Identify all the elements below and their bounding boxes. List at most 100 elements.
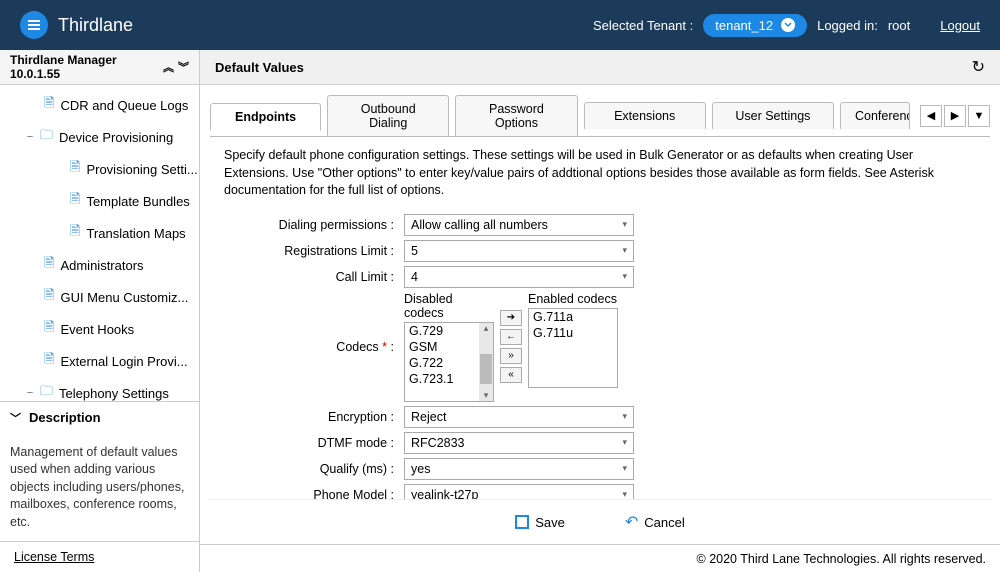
file-icon: 🗎 <box>70 158 80 180</box>
codec-item[interactable]: G.711a <box>529 309 617 325</box>
move-all-left-icon[interactable]: « <box>500 367 522 383</box>
collapse-icon[interactable]: − <box>24 387 36 399</box>
sidebar-item[interactable]: 🗎GUI Menu Customiz... <box>0 281 199 313</box>
registrations-limit-label: Registrations Limit : <box>224 244 404 258</box>
description-title: Description <box>29 410 101 425</box>
page-title: Default Values <box>215 60 304 75</box>
move-right-icon[interactable]: ➔ <box>500 310 522 326</box>
chevron-down-icon: ▾ <box>622 271 627 282</box>
sidebar-item[interactable]: 🗎External Login Provi... <box>0 345 199 377</box>
tab-conferencing[interactable]: Conferenc <box>840 102 910 129</box>
license-link[interactable]: License Terms <box>0 541 199 572</box>
sidebar-item[interactable]: 🗎Administrators <box>0 249 199 281</box>
qualify-label: Qualify (ms) : <box>224 462 404 476</box>
enabled-codecs-header: Enabled codecs <box>528 292 618 306</box>
codec-item[interactable]: G.711u <box>529 325 617 341</box>
chevron-down-icon <box>781 18 795 32</box>
scroll-down-icon[interactable]: ▾ <box>484 390 489 401</box>
chevron-down-icon: ▾ <box>622 437 627 448</box>
sidebar-folder[interactable]: −🗀Device Provisioning <box>0 121 199 153</box>
sidebar-title: Thirdlane Manager 10.0.1.55 <box>10 53 163 81</box>
dialing-permissions-label: Dialing permissions : <box>224 218 404 232</box>
tab-extensions[interactable]: Extensions <box>584 102 706 129</box>
save-icon <box>515 515 529 529</box>
cancel-button[interactable]: ↶ Cancel <box>625 512 685 532</box>
qualify-select[interactable]: yes▾ <box>404 458 634 480</box>
chevron-down-icon: ▾ <box>622 411 627 422</box>
chevron-down-icon[interactable]: ﹀ <box>10 410 21 426</box>
sidebar-item[interactable]: 🗎 Provisioning Setti... <box>0 153 199 185</box>
disabled-codecs-list[interactable]: G.729 GSM G.722 G.723.1 ▴ ▾ <box>404 322 494 402</box>
collapse-icon[interactable]: − <box>24 131 36 143</box>
brand-name: Thirdlane <box>58 15 133 36</box>
tab-password-options[interactable]: Password Options <box>455 95 577 136</box>
sidebar-item-label: Translation Maps <box>86 226 185 241</box>
nav-tree: 🗎CDR and Queue Logs−🗀Device Provisioning… <box>0 85 199 401</box>
selected-tenant-label: Selected Tenant : <box>593 18 693 33</box>
file-icon: 🗎 <box>44 318 54 340</box>
tab-scroll-right-icon[interactable]: ▶ <box>944 105 966 127</box>
file-icon: 🗎 <box>44 350 54 372</box>
phone-model-select[interactable]: yealink-t27p▾ <box>404 484 634 500</box>
folder-icon: 🗀 <box>40 382 53 401</box>
tenant-selector[interactable]: tenant_12 <box>703 14 807 37</box>
sidebar-item-label: Template Bundles <box>86 194 189 209</box>
sidebar-item-label: Device Provisioning <box>59 130 173 145</box>
refresh-icon[interactable]: ↻ <box>972 57 985 77</box>
content-area: Endpoints Outbound Dialing Password Opti… <box>200 85 1000 572</box>
registrations-limit-select[interactable]: 5▾ <box>404 240 634 262</box>
scroll-thumb[interactable] <box>480 354 492 384</box>
dialing-permissions-select[interactable]: Allow calling all numbers▾ <box>404 214 634 236</box>
expand-all-icon[interactable]: ︾ <box>178 59 189 75</box>
file-icon: 🗎 <box>44 286 54 308</box>
phone-model-label: Phone Model : <box>224 488 404 500</box>
tenant-name: tenant_12 <box>715 18 773 33</box>
encryption-select[interactable]: Reject▾ <box>404 406 634 428</box>
tabs-row: Endpoints Outbound Dialing Password Opti… <box>200 85 1000 136</box>
chevron-down-icon: ▾ <box>622 463 627 474</box>
sidebar-folder[interactable]: −🗀 Telephony Settings <box>0 377 199 401</box>
tab-outbound-dialing[interactable]: Outbound Dialing <box>327 95 449 136</box>
sidebar-title-bar: Thirdlane Manager 10.0.1.55 ︽ ︾ <box>0 50 200 84</box>
tab-scroll-left-icon[interactable]: ◀ <box>920 105 942 127</box>
sidebar-item[interactable]: 🗎 Event Hooks <box>0 313 199 345</box>
sidebar-item[interactable]: 🗎Translation Maps <box>0 217 199 249</box>
move-all-right-icon[interactable]: » <box>500 348 522 364</box>
sidebar-item-label: Telephony Settings <box>59 386 169 401</box>
sidebar-item-label: CDR and Queue Logs <box>60 98 188 113</box>
file-icon: 🗎 <box>44 94 54 116</box>
scroll-up-icon[interactable]: ▴ <box>484 323 489 334</box>
call-limit-label: Call Limit : <box>224 270 404 284</box>
move-left-icon[interactable]: ← <box>500 329 522 345</box>
tab-endpoints[interactable]: Endpoints <box>210 103 321 131</box>
description-text: Management of default values used when a… <box>0 434 199 542</box>
sidebar-item-label: Event Hooks <box>60 322 134 337</box>
dtmf-select[interactable]: RFC2833▾ <box>404 432 634 454</box>
chevron-down-icon: ▾ <box>622 219 627 230</box>
collapse-all-icon[interactable]: ︽ <box>163 59 174 75</box>
sidebar-item[interactable]: 🗎 CDR and Queue Logs <box>0 89 199 121</box>
save-button[interactable]: Save <box>515 512 565 532</box>
app-header: Thirdlane Selected Tenant : tenant_12 Lo… <box>0 0 1000 50</box>
enabled-codecs-list[interactable]: G.711a G.711u <box>528 308 618 388</box>
subheader: Thirdlane Manager 10.0.1.55 ︽ ︾ Default … <box>0 50 1000 85</box>
disabled-codecs-header: Disabled codecs <box>404 292 494 320</box>
file-icon: 🗎 <box>44 254 54 276</box>
sidebar: 🗎CDR and Queue Logs−🗀Device Provisioning… <box>0 85 200 572</box>
logged-in-label: Logged in: <box>817 18 878 33</box>
action-bar: Save ↶ Cancel <box>210 499 990 544</box>
sidebar-item[interactable]: 🗎Template Bundles <box>0 185 199 217</box>
chevron-down-icon: ▾ <box>622 489 627 499</box>
sidebar-item-label: Provisioning Setti... <box>86 162 197 177</box>
logged-in-user: root <box>888 18 910 33</box>
footer-text: © 2020 Third Lane Technologies. All righ… <box>200 544 1000 572</box>
scrollbar[interactable]: ▴ ▾ <box>479 323 493 401</box>
form-scroll-area: Specify default phone configuration sett… <box>210 136 990 499</box>
tab-user-settings[interactable]: User Settings <box>712 102 834 129</box>
call-limit-select[interactable]: 4▾ <box>404 266 634 288</box>
logo-icon <box>20 11 48 39</box>
chevron-down-icon: ▾ <box>622 245 627 256</box>
logout-link[interactable]: Logout <box>940 18 980 33</box>
intro-text: Specify default phone configuration sett… <box>224 137 976 214</box>
tab-menu-icon[interactable]: ▼ <box>968 105 990 127</box>
